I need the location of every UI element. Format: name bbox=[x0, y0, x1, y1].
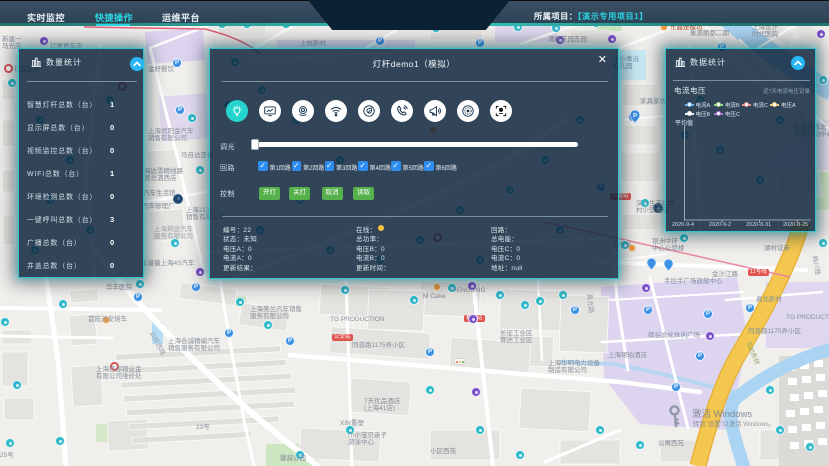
svg-text:P: P bbox=[633, 114, 637, 120]
